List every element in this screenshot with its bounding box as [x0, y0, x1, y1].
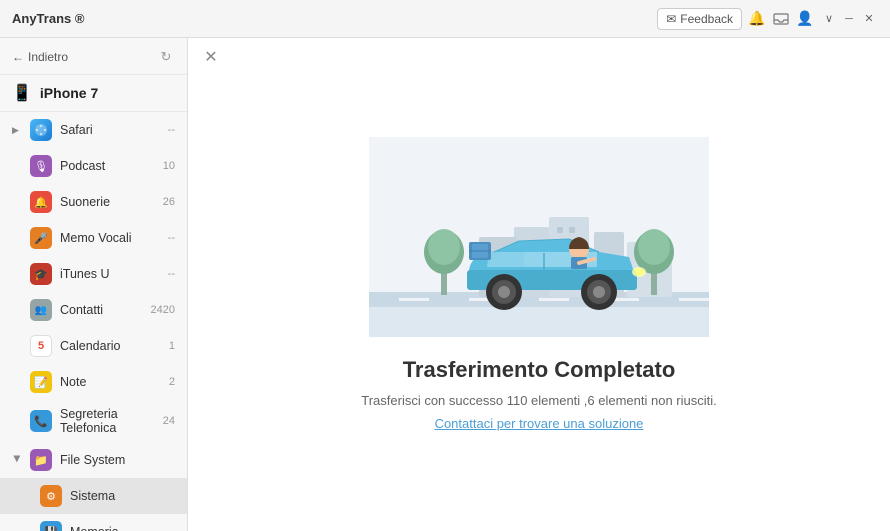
sidebar-item-contatti[interactable]: 👥 Contatti 2420	[0, 292, 187, 328]
sidebar-item-suonerie[interactable]: 🔔 Suonerie 26	[0, 184, 187, 220]
sidebar-item-safari[interactable]: ▶ Safari --	[0, 112, 187, 148]
memo-count: --	[168, 232, 175, 244]
podcast-label: Podcast	[60, 159, 155, 173]
memoria-label: Memoria	[70, 525, 167, 531]
back-button[interactable]: ← Indietro	[12, 50, 68, 64]
sidebar-item-calendario[interactable]: 5 Calendario 1	[0, 328, 187, 364]
transfer-subtitle: Trasferisci con successo 110 elementi ,6…	[361, 393, 717, 408]
segreteria-icon: 📞	[30, 410, 52, 432]
safari-label: Safari	[60, 123, 160, 137]
segreteria-count: 24	[163, 415, 175, 427]
transfer-complete-section: Trasferimento Completato Trasferisci con…	[188, 76, 890, 531]
safari-icon	[30, 119, 52, 141]
itunes-icon: 🎓	[30, 263, 52, 285]
note-icon: 📝	[30, 371, 52, 393]
titlebar-right: ✉ Feedback 🔔 👤 ∨ ─ ✕	[657, 8, 878, 30]
back-label: Indietro	[28, 50, 68, 64]
sistema-label: Sistema	[70, 489, 167, 503]
transfer-illustration	[369, 137, 709, 337]
back-arrow-icon: ←	[12, 50, 24, 64]
contatti-count: 2420	[151, 304, 175, 316]
calendario-label: Calendario	[60, 339, 161, 353]
suonerie-label: Suonerie	[60, 195, 155, 209]
podcast-icon: 🎙	[30, 155, 52, 177]
filesystem-icon: 📁	[30, 449, 52, 471]
sidebar-list: ▶ Safari -- 🎙 Podcast 10 🔔	[0, 112, 187, 531]
refresh-icon[interactable]: ↻	[157, 48, 175, 66]
safari-count: --	[168, 124, 175, 136]
sidebar-item-sistema[interactable]: ⚙ Sistema	[0, 478, 187, 514]
suonerie-icon: 🔔	[30, 191, 52, 213]
calendario-icon: 5	[30, 335, 52, 357]
sistema-icon: ⚙	[40, 485, 62, 507]
sidebar-item-podcast[interactable]: 🎙 Podcast 10	[0, 148, 187, 184]
sidebar-item-memoria[interactable]: 💾 Memoria	[0, 514, 187, 531]
sidebar: ← Indietro ↻ 📱 iPhone 7 ▶ Safari --	[0, 38, 188, 531]
sidebar-item-segreteria[interactable]: 📞 Segreteria Telefonica 24	[0, 400, 187, 442]
feedback-button[interactable]: ✉ Feedback	[657, 8, 742, 30]
contatti-icon: 👥	[30, 299, 52, 321]
expand-icon-filesystem: ▶	[12, 455, 23, 465]
iphone-icon: 📱	[12, 83, 32, 103]
contatti-label: Contatti	[60, 303, 143, 317]
memo-icon: 🎤	[30, 227, 52, 249]
sidebar-header: ← Indietro ↻	[0, 38, 187, 75]
sidebar-item-note[interactable]: 📝 Note 2	[0, 364, 187, 400]
feedback-label: Feedback	[680, 12, 733, 26]
content-header: ✕	[188, 38, 890, 76]
transfer-contact-link[interactable]: Contattaci per trovare una soluzione	[435, 416, 644, 431]
device-name: iPhone 7	[40, 85, 98, 101]
sidebar-item-itunes[interactable]: 🎓 iTunes U --	[0, 256, 187, 292]
chevron-down-btn[interactable]: ∨	[820, 10, 838, 28]
close-panel-button[interactable]: ✕	[200, 46, 222, 68]
bell-icon[interactable]: 🔔	[748, 10, 766, 28]
filesystem-label: File System	[60, 453, 167, 467]
memoria-icon: 💾	[40, 521, 62, 531]
main-layout: ← Indietro ↻ 📱 iPhone 7 ▶ Safari --	[0, 38, 890, 531]
segreteria-label: Segreteria Telefonica	[60, 407, 155, 435]
podcast-count: 10	[163, 160, 175, 172]
mail-icon: ✉	[666, 12, 676, 26]
app-title: AnyTrans ®	[12, 11, 84, 26]
device-item: 📱 iPhone 7	[0, 75, 187, 112]
titlebar-left: AnyTrans ®	[12, 11, 84, 26]
note-count: 2	[169, 376, 175, 388]
expand-icon-safari: ▶	[12, 125, 22, 136]
itunes-label: iTunes U	[60, 267, 160, 281]
sidebar-item-filesystem[interactable]: ▶ 📁 File System	[0, 442, 187, 478]
content-area: ✕	[188, 38, 890, 531]
memo-label: Memo Vocali	[60, 231, 160, 245]
suonerie-count: 26	[163, 196, 175, 208]
tray-icon[interactable]	[772, 10, 790, 28]
minimize-button[interactable]: ─	[840, 10, 858, 28]
window-controls: ∨ ─ ✕	[820, 10, 878, 28]
note-label: Note	[60, 375, 161, 389]
titlebar: AnyTrans ® ✉ Feedback 🔔 👤 ∨ ─ ✕	[0, 0, 890, 38]
transfer-title: Trasferimento Completato	[403, 357, 676, 383]
itunes-count: --	[168, 268, 175, 280]
close-button[interactable]: ✕	[860, 10, 878, 28]
sidebar-item-memo[interactable]: 🎤 Memo Vocali --	[0, 220, 187, 256]
calendario-count: 1	[169, 340, 175, 352]
user-icon[interactable]: 👤	[796, 10, 814, 28]
